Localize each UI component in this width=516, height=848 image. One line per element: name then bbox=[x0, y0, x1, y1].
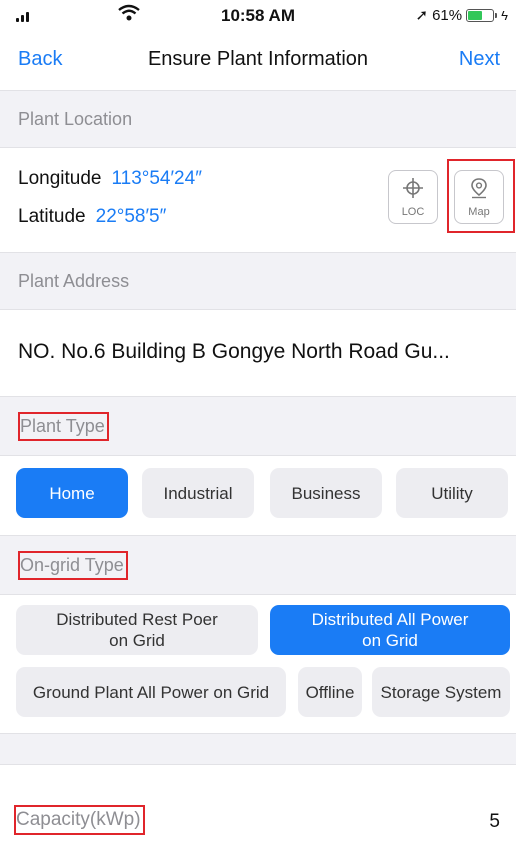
latitude-label: Latitude bbox=[18, 206, 86, 227]
plant-type-options: Home Industrial Business Utility bbox=[0, 456, 516, 535]
battery-tip bbox=[495, 12, 498, 18]
section-header-label: Plant Address bbox=[18, 270, 130, 291]
plant-type-home-chip[interactable]: Home bbox=[16, 468, 128, 518]
crosshair-icon bbox=[402, 177, 424, 204]
longitude-value[interactable]: 113°54′24″ bbox=[111, 168, 201, 189]
plant-type-utility-chip[interactable]: Utility bbox=[396, 468, 508, 518]
battery-icon bbox=[466, 8, 495, 22]
map-button-label: Map bbox=[468, 205, 490, 218]
ongrid-ground-plant-chip[interactable]: Ground Plant All Power on Grid bbox=[16, 667, 286, 717]
address-row[interactable]: NO. No.6 Building B Gongye North Road Gu… bbox=[0, 310, 516, 396]
navigation-bar: Back Ensure Plant Information Next bbox=[0, 34, 516, 88]
capacity-value[interactable]: 5 bbox=[489, 811, 500, 833]
capacity-row[interactable]: Capacity(kWp) 5 bbox=[0, 765, 516, 848]
address-value[interactable]: NO. No.6 Building B Gongye North Road Gu… bbox=[18, 340, 450, 364]
section-header-plant-type: Plant Type bbox=[0, 396, 516, 456]
plant-type-business-chip[interactable]: Business bbox=[270, 468, 382, 518]
location-row: Longitude 113°54′24″ Latitude 22°58′5″ LOC bbox=[0, 148, 516, 252]
longitude-label: Longitude bbox=[18, 168, 102, 189]
page-title: Ensure Plant Information bbox=[147, 48, 369, 70]
ongrid-offline-chip[interactable]: Offline bbox=[298, 667, 362, 717]
ongrid-storage-system-chip[interactable]: Storage System bbox=[372, 667, 510, 717]
battery-fill bbox=[468, 10, 483, 20]
section-header-label: Plant Location bbox=[18, 108, 133, 129]
ongrid-distributed-rest-chip[interactable]: Distributed Rest Poer on Grid bbox=[16, 605, 258, 655]
plant-info-screen: 10:58 AM ➚ 61% ϟ Back Ensure Plant Infor… bbox=[0, 0, 516, 848]
ongrid-type-options: Distributed Rest Poer on Grid Distribute… bbox=[0, 595, 516, 733]
battery-percent: 61% bbox=[432, 6, 463, 24]
locate-button-label: LOC bbox=[401, 205, 425, 218]
capacity-label: Capacity(kWp) bbox=[14, 805, 145, 835]
locate-button[interactable]: LOC bbox=[388, 170, 438, 224]
section-header-location: Plant Location bbox=[0, 90, 516, 148]
map-pin-icon bbox=[469, 177, 489, 204]
map-button[interactable]: Map bbox=[454, 170, 504, 224]
latitude-value[interactable]: 22°58′5″ bbox=[96, 206, 167, 227]
section-header-label: On-grid Type bbox=[18, 550, 128, 580]
section-header-address: Plant Address bbox=[0, 252, 516, 310]
section-header-label: Plant Type bbox=[18, 411, 109, 441]
location-arrow-icon: ➚ bbox=[415, 7, 429, 24]
charging-bolt-icon: ϟ bbox=[501, 7, 508, 23]
section-spacer bbox=[0, 733, 516, 765]
status-right-group: ➚ 61% ϟ bbox=[415, 6, 509, 25]
next-button[interactable]: Next bbox=[459, 48, 500, 71]
section-header-ongrid-type: On-grid Type bbox=[0, 535, 516, 595]
status-bar: 10:58 AM ➚ 61% ϟ bbox=[0, 0, 516, 34]
longitude-row: Longitude 113°54′24″ bbox=[18, 168, 202, 190]
plant-type-industrial-chip[interactable]: Industrial bbox=[142, 468, 254, 518]
latitude-row: Latitude 22°58′5″ bbox=[18, 206, 166, 228]
ongrid-distributed-all-chip[interactable]: Distributed All Power on Grid bbox=[270, 605, 510, 655]
